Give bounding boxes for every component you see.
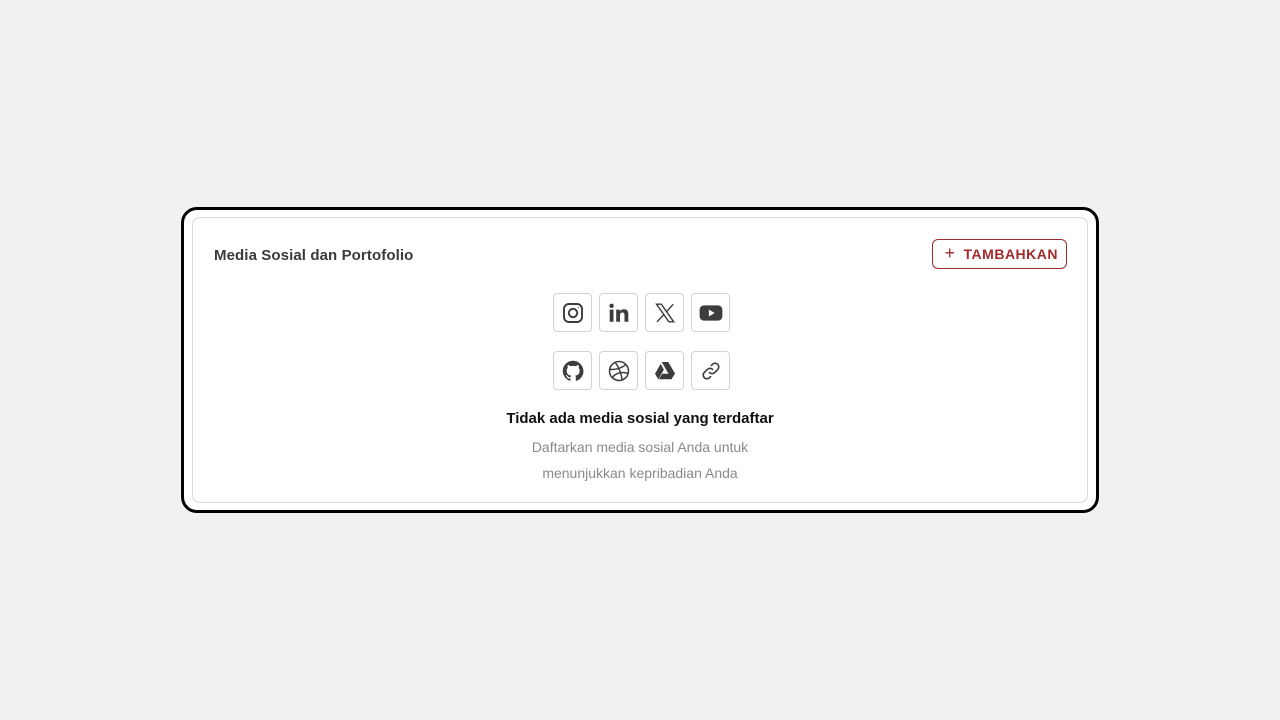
- plus-icon: +: [944, 243, 956, 263]
- dribbble-icon-box: [599, 351, 638, 390]
- google-drive-icon: [654, 361, 675, 379]
- google-drive-icon-box: [645, 351, 684, 390]
- github-icon-box: [553, 351, 592, 390]
- dribbble-icon: [608, 360, 629, 381]
- outer-frame: Media Sosial dan Portofolio + TAMBAHKAN: [181, 207, 1099, 513]
- social-icon-row: [553, 293, 737, 332]
- empty-state-description-line1: Daftarkan media sosial Anda untuk: [531, 439, 749, 455]
- social-media-card: Media Sosial dan Portofolio + TAMBAHKAN: [192, 217, 1088, 503]
- add-button-label: TAMBAHKAN: [963, 246, 1058, 262]
- link-icon-box: [691, 351, 730, 390]
- empty-state-title: Tidak ada media sosial yang terdaftar: [506, 410, 774, 427]
- empty-state-description: Daftarkan media sosial Anda untuk menunj…: [193, 434, 1087, 486]
- linkedin-icon-box: [599, 293, 638, 332]
- linkedin-icon: [608, 303, 628, 322]
- link-icon: [701, 361, 720, 380]
- x-icon: [654, 303, 675, 322]
- instagram-icon: [562, 302, 583, 323]
- add-button[interactable]: + TAMBAHKAN: [931, 239, 1067, 269]
- github-icon: [562, 360, 583, 381]
- social-icon-grid: [553, 293, 737, 409]
- instagram-icon-box: [553, 293, 592, 332]
- youtube-icon: [699, 304, 722, 321]
- section-title: Media Sosial dan Portofolio: [214, 247, 414, 264]
- portfolio-icon-row: [553, 351, 737, 390]
- empty-state-description-line2: menunjukkan kepribadian Anda: [542, 465, 738, 481]
- youtube-icon-box: [691, 293, 730, 332]
- x-icon-box: [645, 293, 684, 332]
